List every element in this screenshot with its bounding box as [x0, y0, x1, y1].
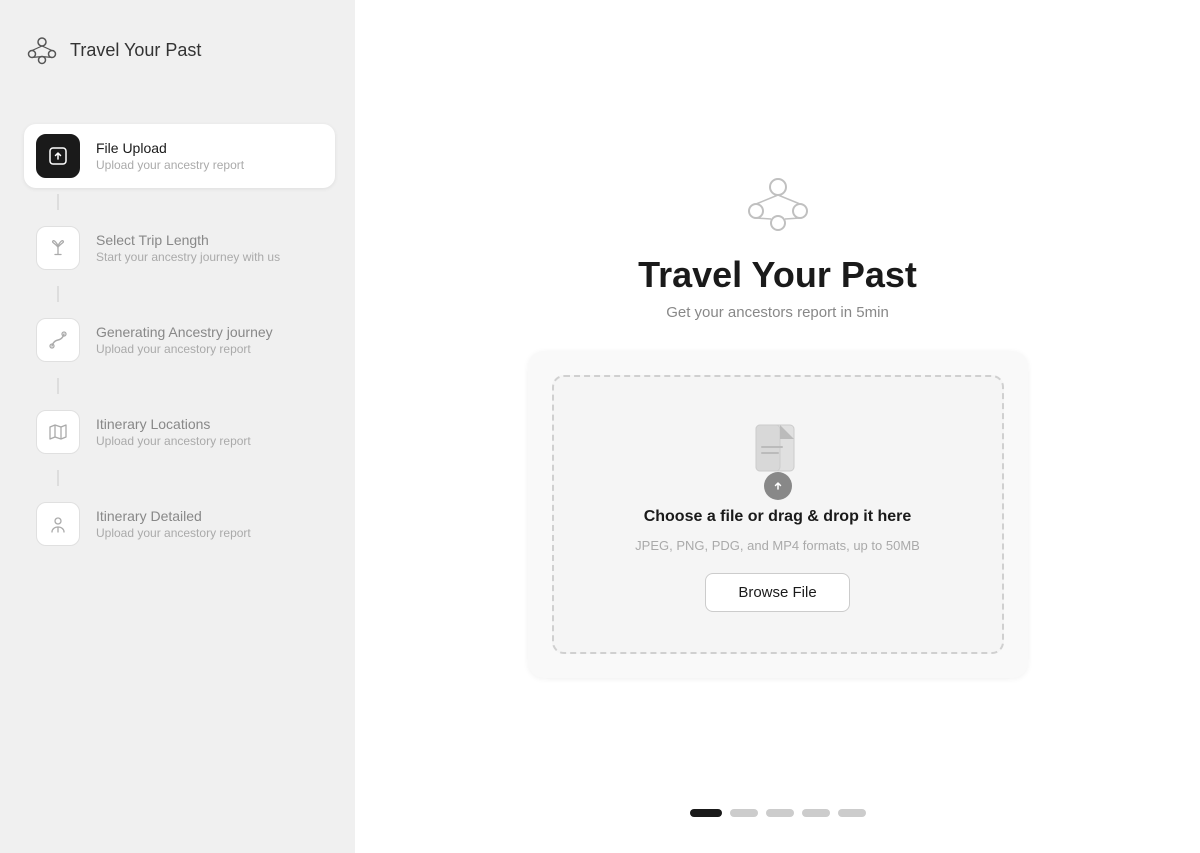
sidebar-item-itinerary-locations-text: Itinerary Locations Upload your ancestor… — [96, 416, 251, 448]
browse-file-button[interactable]: Browse File — [705, 573, 849, 612]
palm-icon — [36, 226, 80, 270]
sidebar-item-generating[interactable]: Generating Ancestry journey Upload your … — [24, 308, 335, 372]
upload-arrow-badge — [764, 472, 792, 500]
logo-icon — [24, 32, 60, 68]
sidebar-item-itinerary-locations-subtitle: Upload your ancestory report — [96, 434, 251, 448]
sidebar-item-select-trip[interactable]: Select Trip Length Start your ancestry j… — [24, 216, 335, 280]
sidebar-item-generating-text: Generating Ancestry journey Upload your … — [96, 324, 273, 356]
pagination-dot-2[interactable] — [730, 809, 758, 817]
connector-2 — [57, 286, 59, 302]
sidebar-item-file-upload-text: File Upload Upload your ancestry report — [96, 140, 244, 172]
sidebar-item-select-trip-title: Select Trip Length — [96, 232, 280, 248]
upload-card: Choose a file or drag & drop it here JPE… — [528, 351, 1028, 678]
sidebar-item-itinerary-locations[interactable]: Itinerary Locations Upload your ancestor… — [24, 400, 335, 464]
sidebar-item-itinerary-locations-title: Itinerary Locations — [96, 416, 251, 432]
sidebar-item-file-upload-title: File Upload — [96, 140, 244, 156]
sidebar-item-select-trip-subtitle: Start your ancestry journey with us — [96, 250, 280, 264]
pagination-dot-3[interactable] — [766, 809, 794, 817]
sidebar-item-file-upload[interactable]: File Upload Upload your ancestry report — [24, 124, 335, 188]
main-subtitle: Get your ancestors report in 5min — [666, 304, 889, 321]
person-pin-icon — [36, 502, 80, 546]
pagination-dot-4[interactable] — [802, 809, 830, 817]
main-content: Travel Your Past Get your ancestors repo… — [355, 0, 1200, 853]
route-icon — [36, 318, 80, 362]
upload-icon — [36, 134, 80, 178]
sidebar-item-generating-title: Generating Ancestry journey — [96, 324, 273, 340]
sidebar-item-itinerary-detailed[interactable]: Itinerary Detailed Upload your ancestory… — [24, 492, 335, 556]
main-center: Travel Your Past Get your ancestors repo… — [528, 175, 1028, 678]
upload-hint: JPEG, PNG, PDG, and MP4 formats, up to 5… — [635, 538, 920, 553]
sidebar-item-itinerary-detailed-title: Itinerary Detailed — [96, 508, 251, 524]
map-icon — [36, 410, 80, 454]
upload-dropzone[interactable]: Choose a file or drag & drop it here JPE… — [552, 375, 1004, 654]
connector-1 — [57, 194, 59, 210]
ancestors-icon — [744, 175, 812, 236]
app-title: Travel Your Past — [70, 40, 201, 61]
upload-label: Choose a file or drag & drop it here — [644, 508, 912, 526]
sidebar-nav: File Upload Upload your ancestry report … — [24, 124, 335, 556]
sidebar-item-generating-subtitle: Upload your ancestory report — [96, 342, 273, 356]
file-drop-icon — [742, 417, 814, 492]
pagination-dot-5[interactable] — [838, 809, 866, 817]
logo-area: Travel Your Past — [24, 24, 335, 76]
sidebar-item-select-trip-text: Select Trip Length Start your ancestry j… — [96, 232, 280, 264]
sidebar-item-itinerary-detailed-text: Itinerary Detailed Upload your ancestory… — [96, 508, 251, 540]
sidebar-item-file-upload-subtitle: Upload your ancestry report — [96, 158, 244, 172]
pagination-dot-1[interactable] — [690, 809, 722, 817]
sidebar-item-itinerary-detailed-subtitle: Upload your ancestory report — [96, 526, 251, 540]
connector-3 — [57, 378, 59, 394]
pagination — [690, 809, 866, 817]
sidebar: Travel Your Past File Upload Upload your… — [0, 0, 355, 853]
main-title: Travel Your Past — [638, 254, 917, 296]
connector-4 — [57, 470, 59, 486]
